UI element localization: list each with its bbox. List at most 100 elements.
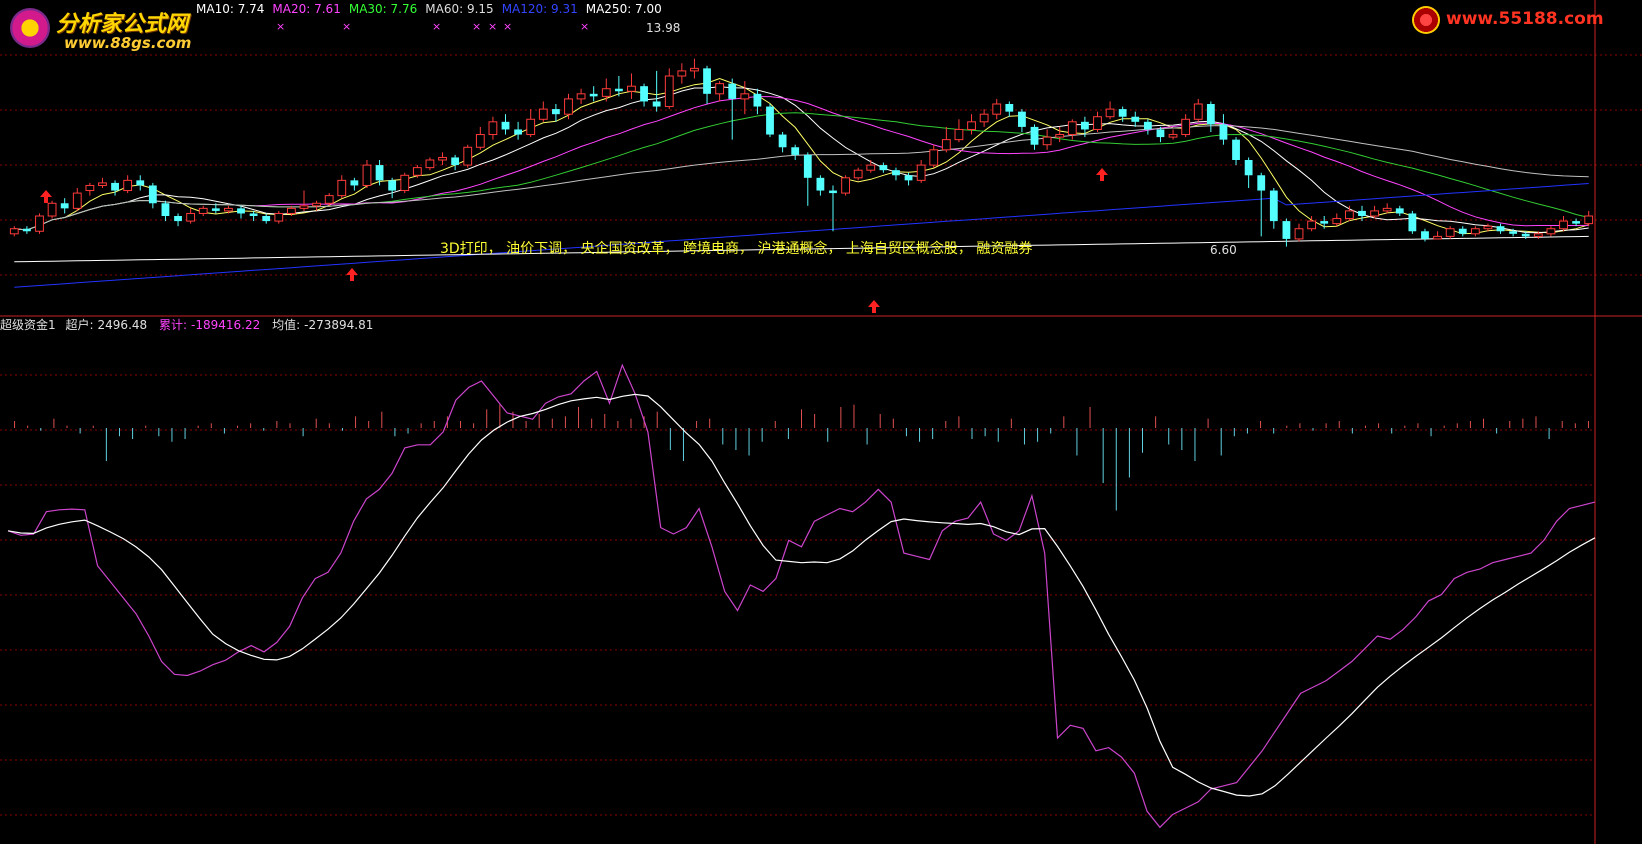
red-up-arrow-icon (868, 300, 880, 313)
candle-body-up (627, 85, 636, 92)
candle (111, 180, 119, 196)
candle-body-up (740, 93, 750, 100)
candle-body-up (1055, 134, 1065, 138)
candle-body-up (98, 182, 107, 186)
candle-body-down (652, 101, 661, 107)
candle-body-down (1395, 208, 1404, 214)
candle (853, 167, 863, 181)
candle-body-down (614, 88, 623, 92)
candle-body-up (438, 156, 447, 161)
x-marker-icon: × (503, 20, 512, 33)
candle (778, 132, 787, 153)
legend-ma120: MA120: 9.31 (501, 2, 578, 16)
candle (1244, 157, 1253, 188)
candle (1018, 109, 1026, 132)
candle (1445, 226, 1455, 239)
candle (1344, 205, 1354, 222)
candle (941, 126, 951, 153)
candle (438, 152, 447, 166)
candle-body-up (916, 164, 926, 181)
indicator-name: 超级资金1 (0, 318, 56, 332)
candle-body-down (816, 177, 825, 191)
candle-body-down (514, 129, 523, 135)
candle (1294, 223, 1304, 242)
candle-body-down (829, 190, 837, 194)
legend-ma60: MA60: 9.15 (425, 2, 494, 16)
chaohu-value: 2496.48 (97, 318, 148, 332)
red-up-arrow-icon (40, 190, 52, 203)
candle (1181, 114, 1191, 138)
candle (514, 121, 523, 140)
candle (1408, 210, 1417, 234)
candle (728, 78, 737, 140)
candle (677, 63, 687, 84)
candle-body-up (929, 149, 939, 166)
candle-body-up (1546, 228, 1556, 235)
site-logo-left: 分析家公式网 www.88gs.com (6, 4, 201, 52)
candle (526, 109, 536, 138)
candle-body-up (954, 128, 964, 141)
indicator-main-line (7, 363, 1596, 829)
x-marker-icon: × (342, 20, 351, 33)
candle-body-down (1005, 104, 1014, 112)
candle-body-down (161, 203, 170, 216)
candle-body-down (1320, 221, 1329, 224)
red-up-arrow-icon (1096, 168, 1108, 181)
candle-body-up (286, 207, 296, 214)
candle-body-down (766, 106, 774, 135)
candle (198, 205, 208, 216)
candle (186, 208, 196, 224)
candle (161, 200, 170, 222)
legend-ma10: MA10: 7.74 (196, 2, 265, 16)
ma120-line (14, 183, 1589, 288)
candle-body-down (451, 157, 460, 166)
candle (22, 226, 31, 234)
candle (148, 182, 157, 209)
candle-body-down (22, 228, 31, 232)
candle (1282, 218, 1291, 247)
grid-lines (0, 0, 1642, 844)
candle (1584, 210, 1594, 227)
candle (715, 81, 725, 102)
candle (892, 167, 900, 181)
candlesticks[interactable] (9, 58, 1594, 247)
junzhi-label: 均值 (272, 318, 297, 332)
stock-chart[interactable]: × × × × × × × 13.98 6.60 (0, 0, 1642, 844)
candle-body-down (589, 93, 598, 97)
candle (879, 162, 888, 173)
candle-body-up (1445, 228, 1455, 237)
indicator-bars (14, 404, 1589, 511)
candle (1470, 226, 1480, 237)
candle (1193, 98, 1203, 122)
candle-body-down (148, 185, 157, 204)
candle-body-down (1458, 228, 1467, 234)
candle-body-up (1168, 134, 1178, 138)
red-up-arrow-icon (346, 268, 358, 281)
candle (47, 200, 57, 219)
candle (1559, 216, 1568, 232)
candle (262, 213, 271, 224)
candle (1232, 137, 1240, 166)
concept-annotation: 3D打印， 油价下调， 央企国资改革， 跨境电商， 沪港通概念， 上海自贸区概念… (440, 241, 1033, 257)
candle (601, 78, 611, 102)
candle-body-down (1018, 111, 1026, 127)
flower-logo-icon (10, 8, 50, 48)
site-url-right: www.55188.com (1446, 9, 1604, 29)
candle-body-down (1143, 121, 1152, 130)
candle-body-down (728, 83, 737, 99)
leiji-value: -189416.22 (191, 318, 261, 332)
candle (652, 70, 661, 112)
candle (967, 114, 976, 135)
candle (954, 119, 964, 143)
candle (35, 213, 44, 234)
site-logo-right: www.55188.com (1412, 6, 1622, 34)
candle-body-down (753, 93, 762, 107)
candle-body-down (249, 213, 258, 216)
candle (538, 101, 548, 122)
candle-body-up (198, 207, 208, 214)
candle (501, 114, 510, 135)
candle (740, 81, 750, 115)
candle-body-up (1067, 121, 1077, 136)
x-marker-icon: × (488, 20, 497, 33)
candle-body-down (1232, 139, 1240, 160)
